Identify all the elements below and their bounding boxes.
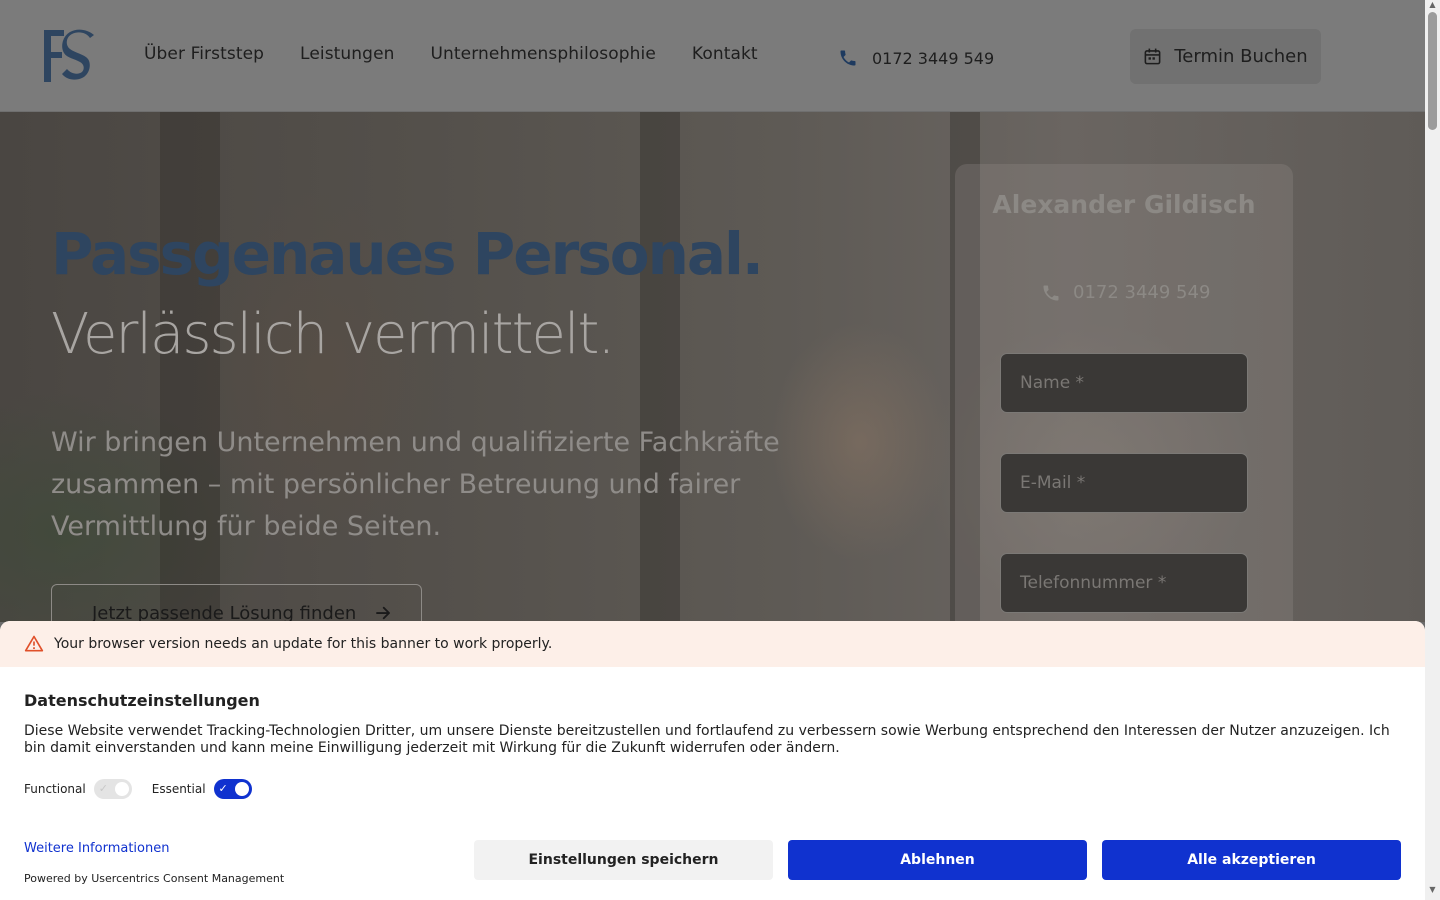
hero-description: Wir bringen Unternehmen und qualifiziert… [51, 427, 780, 542]
browser-warning: Your browser version needs an update for… [0, 621, 1425, 667]
find-solution-label: Jetzt passende Lösung finden [92, 602, 357, 623]
consent-toggles: Functional ✓ Essential ✓ [24, 779, 252, 799]
contact-phone-number: 0172 3449 549 [1073, 282, 1211, 303]
book-appointment-label: Termin Buchen [1174, 46, 1308, 67]
name-placeholder: Name * [1020, 373, 1085, 393]
site-header: Über Firststep Leistungen Unternehmensph… [0, 0, 1425, 112]
book-appointment-button[interactable]: Termin Buchen [1130, 29, 1321, 84]
check-icon: ✓ [218, 782, 228, 795]
page-scrollbar[interactable]: ▲ ▼ [1425, 0, 1440, 900]
deny-button[interactable]: Ablehnen [788, 840, 1087, 880]
main-nav: Über Firststep Leistungen Unternehmensph… [144, 44, 758, 64]
firststep-logo[interactable] [42, 28, 96, 84]
accept-all-button[interactable]: Alle akzeptieren [1102, 840, 1401, 880]
scroll-thumb[interactable] [1428, 12, 1437, 130]
calendar-icon [1144, 48, 1161, 65]
hero-title: Passgenaues Personal. [51, 220, 764, 288]
header-phone-number: 0172 3449 549 [872, 48, 995, 68]
save-settings-button[interactable]: Einstellungen speichern [474, 840, 773, 880]
contact-card: Alexander Gildisch 0172 3449 549 Name * … [955, 164, 1293, 622]
more-info-link[interactable]: Weitere Informationen [24, 841, 169, 856]
toggle-essential-label: Essential [151, 782, 206, 796]
warning-icon [24, 635, 44, 652]
header-phone[interactable]: 0172 3449 549 [838, 48, 994, 68]
phone-placeholder: Telefonnummer * [1020, 573, 1167, 593]
phone-icon [1043, 285, 1059, 300]
consent-description: Diese Website verwendet Tracking-Technol… [24, 723, 1390, 756]
toggle-functional[interactable]: ✓ [93, 779, 132, 799]
find-solution-button[interactable]: Jetzt passende Lösung finden [51, 584, 422, 622]
hero-section: Passgenaues Personal. Verlässlich vermit… [0, 112, 1425, 622]
arrow-right-icon [376, 606, 391, 620]
nav-kontakt[interactable]: Kontakt [692, 44, 758, 64]
toggle-functional-label: Functional [24, 782, 86, 796]
scroll-up-arrow-icon[interactable]: ▲ [1428, 1, 1437, 9]
phone-input[interactable]: Telefonnummer * [1000, 553, 1248, 613]
powered-by-text: Powered by Usercentrics Consent Manageme… [24, 872, 285, 885]
toggle-essential[interactable]: ✓ [213, 779, 252, 799]
phone-icon [840, 50, 856, 66]
consent-title: Datenschutzeinstellungen [24, 691, 260, 710]
check-icon: ✓ [98, 782, 108, 795]
nav-leistungen[interactable]: Leistungen [300, 44, 394, 64]
nav-unternehmensphilosophie[interactable]: Unternehmensphilosophie [431, 44, 656, 64]
contact-phone[interactable]: 0172 3449 549 [1041, 282, 1210, 303]
name-input[interactable]: Name * [1000, 353, 1248, 413]
email-placeholder: E-Mail * [1020, 473, 1086, 493]
browser-warning-text: Your browser version needs an update for… [54, 636, 553, 652]
email-input[interactable]: E-Mail * [1000, 453, 1248, 513]
contact-name: Alexander Gildisch [992, 190, 1256, 219]
nav-ueber-firststep[interactable]: Über Firststep [144, 44, 264, 64]
scroll-down-arrow-icon[interactable]: ▼ [1428, 886, 1437, 894]
hero-subtitle: Verlässlich vermittelt. [51, 302, 615, 367]
consent-banner: Your browser version needs an update for… [0, 621, 1425, 900]
